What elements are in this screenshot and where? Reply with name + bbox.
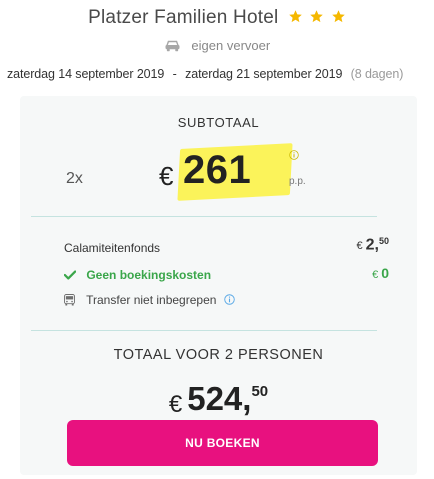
- date-separator: -: [172, 67, 177, 81]
- checkmark-icon: [64, 270, 76, 280]
- info-icon[interactable]: [289, 150, 299, 160]
- car-icon: [165, 40, 180, 52]
- bus-icon: [64, 294, 75, 306]
- end-date: zaterdag 21 september 2019: [185, 67, 343, 81]
- booking-fee-amount: 0: [381, 265, 389, 281]
- per-person-label: p.p.: [289, 176, 306, 187]
- divider: [31, 216, 377, 217]
- total-label: TOTAAL VOOR 2 PERSONEN: [113, 347, 324, 363]
- transfer-label: Transfer niet inbegrepen: [86, 293, 217, 307]
- currency-symbol: €: [159, 161, 174, 191]
- currency-symbol: €: [168, 391, 183, 418]
- star-icon: [289, 10, 302, 23]
- transfer-row: Transfer niet inbegrepen: [64, 293, 396, 307]
- start-date: zaterdag 14 september 2019: [7, 67, 165, 81]
- calamity-fund-whole: 2,: [365, 236, 379, 254]
- info-icon[interactable]: [224, 294, 235, 305]
- hotel-name: Platzer Familien Hotel: [88, 7, 279, 28]
- duration: (8 dagen): [350, 67, 404, 81]
- price-summary-panel: SUBTOTAAL 2x € 261 p.p. Calamiteitenfond…: [20, 96, 417, 475]
- price-value: 261: [183, 148, 252, 192]
- transport-info: eigen vervoer: [0, 38, 434, 53]
- book-now-button[interactable]: NU BOEKEN: [67, 420, 378, 466]
- divider: [31, 330, 377, 331]
- booking-fee-label: Geen boekingskosten: [86, 268, 212, 282]
- currency-symbol: €: [356, 240, 363, 253]
- total-whole: 524,: [187, 380, 252, 417]
- star-icon: [332, 10, 345, 23]
- calamity-fund-label: Calamiteitenfonds: [64, 241, 161, 255]
- transport-label: eigen vervoer: [191, 38, 271, 53]
- calamity-fund-cents: 50: [378, 236, 389, 246]
- booking-fee-value: €0: [372, 265, 389, 281]
- subtotal-label: SUBTOTAAL: [177, 115, 260, 130]
- person-count: 2x: [66, 170, 83, 187]
- star-icon: [310, 10, 324, 23]
- star-rating: [287, 6, 346, 28]
- total-cents: 50: [251, 383, 269, 400]
- calamity-fund-value: €2,50: [357, 236, 389, 254]
- booking-fee-row: Geen boekingskosten €0: [64, 265, 396, 282]
- total-price: €524,50: [20, 380, 417, 419]
- price-per-person: € 261 p.p.: [159, 142, 306, 204]
- hotel-title: Platzer Familien Hotel: [0, 6, 434, 29]
- travel-dates: zaterdag 14 september 2019 - zaterdag 21…: [7, 67, 403, 81]
- calamity-fund-row: Calamiteitenfonds €2,50: [64, 236, 396, 255]
- currency-symbol: €: [372, 269, 379, 281]
